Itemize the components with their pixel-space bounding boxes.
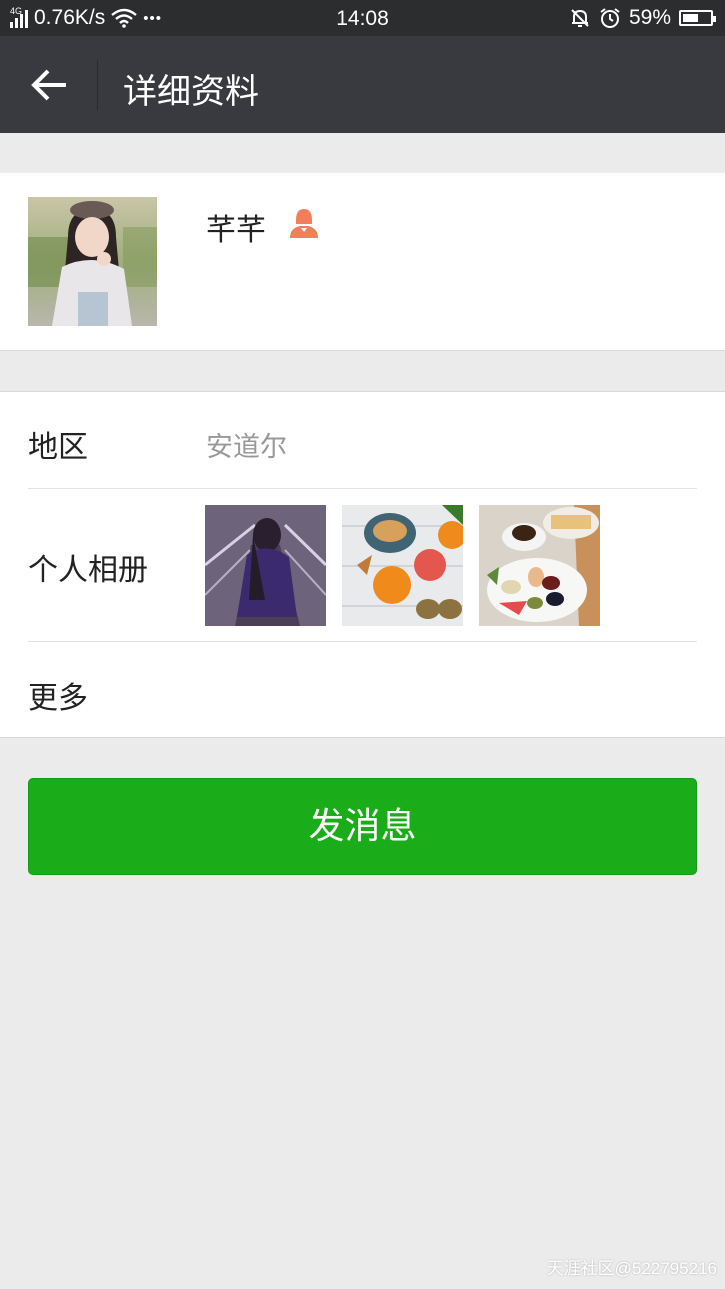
region-row[interactable]: 地区 安道尔	[0, 392, 725, 488]
region-label: 地区	[28, 430, 88, 465]
profile-card[interactable]: 芊芊	[0, 173, 725, 351]
female-icon	[290, 209, 318, 238]
region-value: 安道尔	[206, 432, 287, 463]
status-bar: 4G 0.76K/s ••• 14:08 59%	[0, 0, 725, 36]
send-message-button[interactable]: 发消息	[28, 778, 697, 875]
title-divider	[97, 60, 98, 110]
alarm-icon	[600, 8, 620, 28]
more-label: 更多	[28, 681, 88, 716]
more-row[interactable]: 更多	[0, 642, 725, 737]
avatar[interactable]	[28, 197, 157, 326]
back-arrow-icon[interactable]	[30, 66, 70, 104]
battery-percent: 59%	[628, 6, 671, 29]
profile-name: 芊芊	[206, 213, 266, 248]
page-title: 详细资料	[123, 72, 259, 112]
album-label: 个人相册	[28, 553, 148, 588]
title-bar: 详细资料	[0, 36, 725, 133]
album-photo-3[interactable]	[479, 505, 600, 626]
info-card: 地区 安道尔 个人相册 更多	[0, 391, 725, 738]
mute-bell-icon	[571, 9, 589, 27]
battery-fill	[683, 14, 698, 22]
album-photo-2[interactable]	[342, 505, 463, 626]
status-right: 59%	[569, 6, 716, 30]
watermark: 天涯社区@522795216	[546, 1259, 717, 1278]
battery-icon	[679, 10, 716, 26]
album-photo-1[interactable]	[205, 505, 326, 626]
